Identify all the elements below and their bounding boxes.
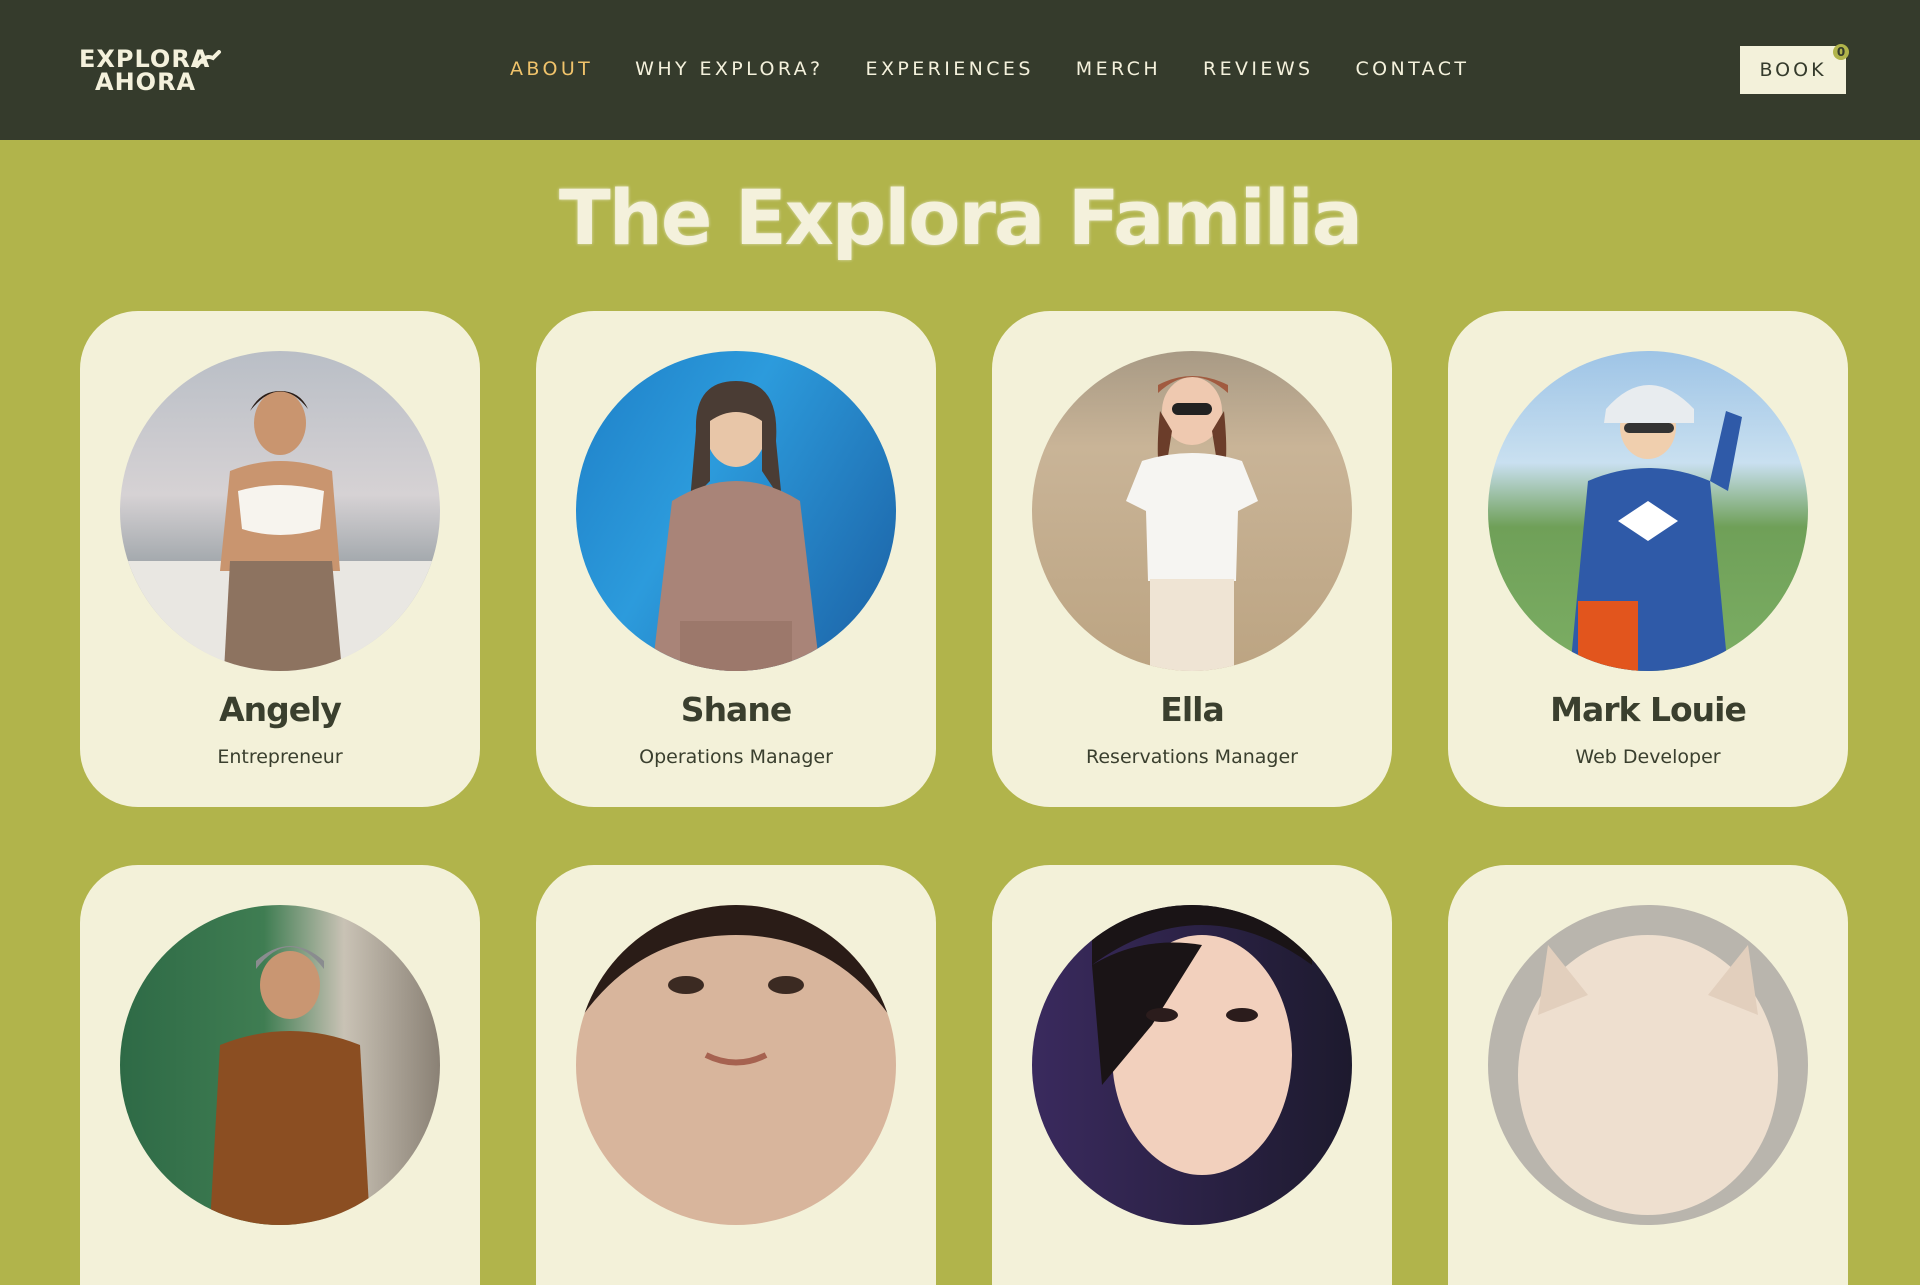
main-nav: ABOUT WHY EXPLORA? EXPERIENCES MERCH REV… xyxy=(510,54,1511,84)
team-card: Mark Louie Web Developer xyxy=(1448,311,1848,807)
team-member-role: Entrepreneur xyxy=(217,746,343,768)
person-figure-icon xyxy=(120,391,440,671)
team-member-role: Reservations Manager xyxy=(1086,746,1298,768)
person-figure-icon xyxy=(1126,376,1258,671)
team-member-name: Mark Louie xyxy=(1550,690,1747,729)
team-photo-member-7 xyxy=(1032,905,1352,1225)
team-card: Shane Operations Manager xyxy=(536,311,936,807)
team-card xyxy=(80,865,480,1285)
person-figure-icon xyxy=(1092,905,1312,1175)
cart-count-badge[interactable]: 0 xyxy=(1833,44,1849,60)
team-card xyxy=(1448,865,1848,1285)
nav-item-why-explora[interactable]: WHY EXPLORA? xyxy=(635,54,823,84)
team-member-name: Angely xyxy=(219,690,342,729)
team-photo-member-5 xyxy=(120,905,440,1225)
team-member-role: Web Developer xyxy=(1575,746,1721,768)
team-photo-ella xyxy=(1032,351,1352,671)
book-button[interactable]: BOOK xyxy=(1740,46,1846,94)
team-photo-angely xyxy=(120,351,440,671)
team-photo-member-8 xyxy=(1488,905,1808,1225)
logo-line-2: AHORA xyxy=(95,68,197,96)
team-member-name: Shane xyxy=(680,690,792,729)
team-card xyxy=(536,865,936,1285)
team-photo-member-6 xyxy=(576,905,896,1225)
team-photo-shane xyxy=(576,351,896,671)
person-figure-icon xyxy=(576,905,896,1066)
nav-item-about[interactable]: ABOUT xyxy=(510,54,593,84)
page-title: The Explora Familia xyxy=(558,173,1363,262)
dog-figure-icon xyxy=(1518,935,1778,1215)
team-member-name: Ella xyxy=(1160,690,1224,729)
team-card xyxy=(992,865,1392,1285)
team-member-role: Operations Manager xyxy=(639,746,833,768)
team-card: Angely Entrepreneur xyxy=(80,311,480,807)
nav-item-reviews[interactable]: REVIEWS xyxy=(1203,54,1313,84)
person-figure-icon xyxy=(1570,385,1742,671)
logo-swoosh-icon xyxy=(195,50,221,68)
person-figure-icon xyxy=(210,946,370,1225)
explora-ahora-logo[interactable]: EXPLORA AHORA xyxy=(79,47,225,96)
person-figure-icon xyxy=(652,381,820,671)
team-card: Ella Reservations Manager xyxy=(992,311,1392,807)
nav-item-experiences[interactable]: EXPERIENCES xyxy=(866,54,1034,84)
team-photo-mark-louie xyxy=(1488,351,1808,671)
nav-item-contact[interactable]: CONTACT xyxy=(1355,54,1469,84)
site-header: EXPLORA AHORA ABOUT WHY EXPLORA? EXPERIE… xyxy=(0,0,1920,140)
nav-item-merch[interactable]: MERCH xyxy=(1076,54,1161,84)
